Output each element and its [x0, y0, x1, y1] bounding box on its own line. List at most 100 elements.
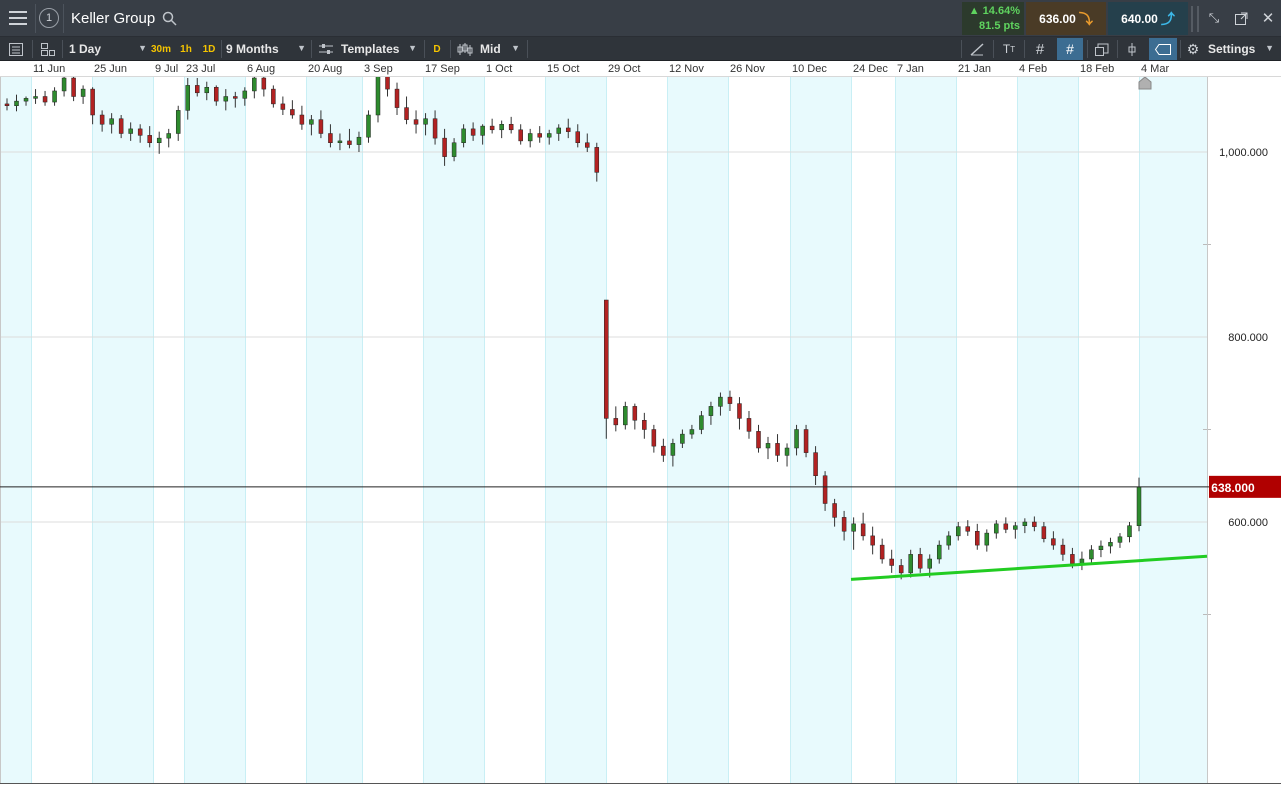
candle-body: [195, 85, 200, 94]
date-tick-label: 4 Mar: [1141, 63, 1170, 75]
instrument-name[interactable]: Keller Group: [71, 10, 155, 27]
candle-body: [204, 87, 210, 94]
week-band: [184, 77, 245, 783]
price-chart[interactable]: 600.000800.0001,000.0001,200.0001,123.00…: [0, 77, 1281, 785]
candle-body: [1013, 525, 1018, 530]
date-tick-label: 15 Oct: [547, 63, 580, 75]
candle-body: [404, 107, 409, 120]
range-label: 9 Months: [226, 42, 279, 56]
candle-type-icon[interactable]: [455, 40, 475, 58]
y-tick-label: 800.000: [1228, 332, 1268, 344]
list-icon[interactable]: [6, 40, 26, 58]
date-tick-label: 17 Sep: [425, 63, 460, 75]
candle-body: [451, 142, 457, 157]
interval-30m-button[interactable]: 30m: [150, 42, 172, 56]
toolbar-separator: [1117, 40, 1118, 58]
hamburger-icon[interactable]: [6, 8, 30, 28]
candle-body: [718, 396, 723, 407]
collapse-icon[interactable]: ⤡: [1204, 8, 1224, 28]
candle-body: [832, 503, 837, 518]
sliders-icon[interactable]: [316, 40, 336, 58]
popout-icon[interactable]: [1231, 8, 1251, 28]
candle-body: [242, 90, 248, 99]
toolbar-separator: [527, 40, 528, 58]
candle-body: [261, 77, 267, 90]
gear-icon[interactable]: ⚙: [1184, 40, 1202, 58]
date-tick-label: 4 Feb: [1019, 63, 1048, 75]
candle-body: [1060, 544, 1066, 555]
interval-1h-button[interactable]: 1h: [176, 42, 196, 56]
candle-body: [936, 544, 942, 560]
candle-body: [489, 125, 495, 131]
draw-line-icon[interactable]: [966, 40, 988, 58]
grip-handle[interactable]: [1191, 6, 1199, 32]
candle-body: [594, 147, 600, 173]
label-tag-icon[interactable]: [1149, 38, 1177, 60]
candle-body: [642, 420, 647, 430]
interval-1d-button[interactable]: 1D: [199, 42, 219, 56]
candle-body: [537, 133, 542, 138]
candle-body: [71, 77, 76, 97]
candle-body: [318, 119, 324, 134]
templates-dropdown[interactable]: Templates ▼: [341, 42, 417, 56]
candle-body: [613, 418, 619, 426]
candle-body: [128, 128, 133, 134]
range-dropdown[interactable]: 9 Months ▼: [226, 42, 306, 56]
week-band: [1139, 77, 1207, 783]
buy-price: 640.00: [1121, 11, 1158, 26]
candle-body: [661, 445, 666, 456]
candle-body: [946, 535, 951, 546]
candle-body: [775, 443, 780, 456]
toolbar-separator: [450, 40, 451, 58]
candle-body: [252, 77, 257, 92]
buy-button[interactable]: 640.00 ⤴: [1108, 2, 1188, 35]
candle-body: [604, 299, 609, 419]
candle-body: [708, 406, 714, 416]
alert-icon[interactable]: [1121, 40, 1143, 58]
candle-body: [575, 131, 581, 144]
candle-body: [223, 96, 229, 102]
sell-button[interactable]: 636.00 ⤵: [1026, 2, 1106, 35]
candle-body: [746, 418, 752, 432]
crosshair-grid-icon[interactable]: #: [1057, 38, 1083, 60]
price-type-dropdown[interactable]: Mid ▼: [480, 42, 520, 56]
candle-body: [756, 431, 761, 449]
candle-body: [290, 109, 295, 116]
candle-body: [432, 118, 438, 139]
candle-body: [585, 142, 590, 148]
layout-number-icon[interactable]: 1: [39, 8, 59, 28]
candle-body: [156, 137, 162, 143]
text-tool-icon[interactable]: TT: [998, 40, 1020, 58]
week-band: [895, 77, 956, 783]
close-icon[interactable]: ✕: [1258, 8, 1278, 28]
layout-grid-icon[interactable]: [38, 40, 58, 58]
candle-body: [737, 403, 742, 419]
candle-body: [632, 406, 638, 421]
candle-body: [898, 565, 904, 574]
candle-body: [480, 125, 485, 136]
candle-body: [271, 88, 276, 105]
candle-body: [1089, 549, 1094, 560]
date-axis: 11 Jun 25 Jun 9 Jul 23 Jul 6 Aug 20 Aug 3 Sep 1…: [0, 61, 1281, 77]
candle-body: [1051, 538, 1056, 546]
candle-body: [385, 77, 390, 90]
candle-body: [851, 523, 856, 532]
toolbar-separator: [62, 40, 63, 58]
toolbar-separator: [221, 40, 222, 58]
candle-body: [4, 103, 10, 106]
settings-dropdown[interactable]: Settings ▼: [1208, 42, 1274, 56]
grid-icon[interactable]: #: [1029, 40, 1051, 58]
candle-body: [33, 96, 38, 99]
date-tick-label: 3 Sep: [364, 63, 393, 75]
search-icon[interactable]: [160, 9, 178, 27]
copy-icon[interactable]: [1091, 40, 1113, 58]
candle-body: [765, 443, 771, 449]
d-badge-button[interactable]: D: [430, 42, 444, 56]
candle-body: [137, 128, 143, 136]
interval-dropdown[interactable]: 1 Day ▼: [69, 42, 147, 56]
toolbar-separator: [311, 40, 312, 58]
y-tick-label: 600.000: [1228, 517, 1268, 529]
candle-body: [166, 133, 171, 139]
candle-body: [956, 526, 961, 537]
candle-body: [727, 396, 733, 404]
